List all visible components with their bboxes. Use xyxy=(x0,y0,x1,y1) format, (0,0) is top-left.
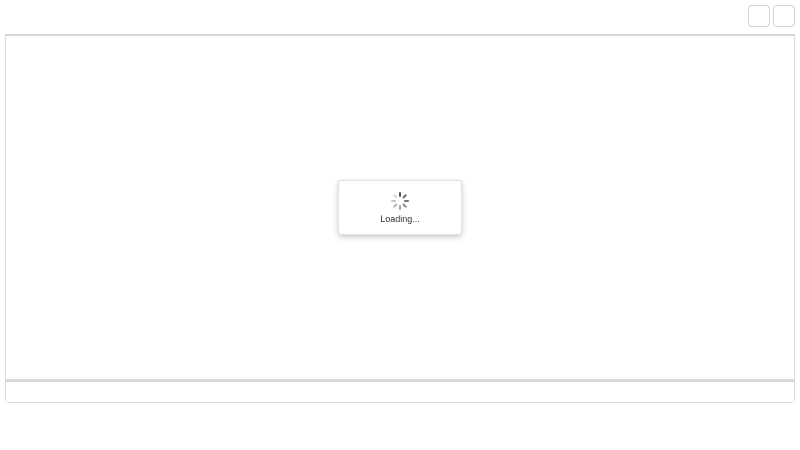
toolbar-button-2[interactable] xyxy=(773,5,795,27)
loading-dialog: Loading... xyxy=(338,180,462,235)
top-toolbar xyxy=(748,5,795,27)
spinner-icon xyxy=(391,191,409,210)
toolbar-button-1[interactable] xyxy=(748,5,770,27)
page: Loading... xyxy=(0,0,800,450)
loading-text: Loading... xyxy=(380,213,420,224)
footer-bar xyxy=(5,380,795,403)
